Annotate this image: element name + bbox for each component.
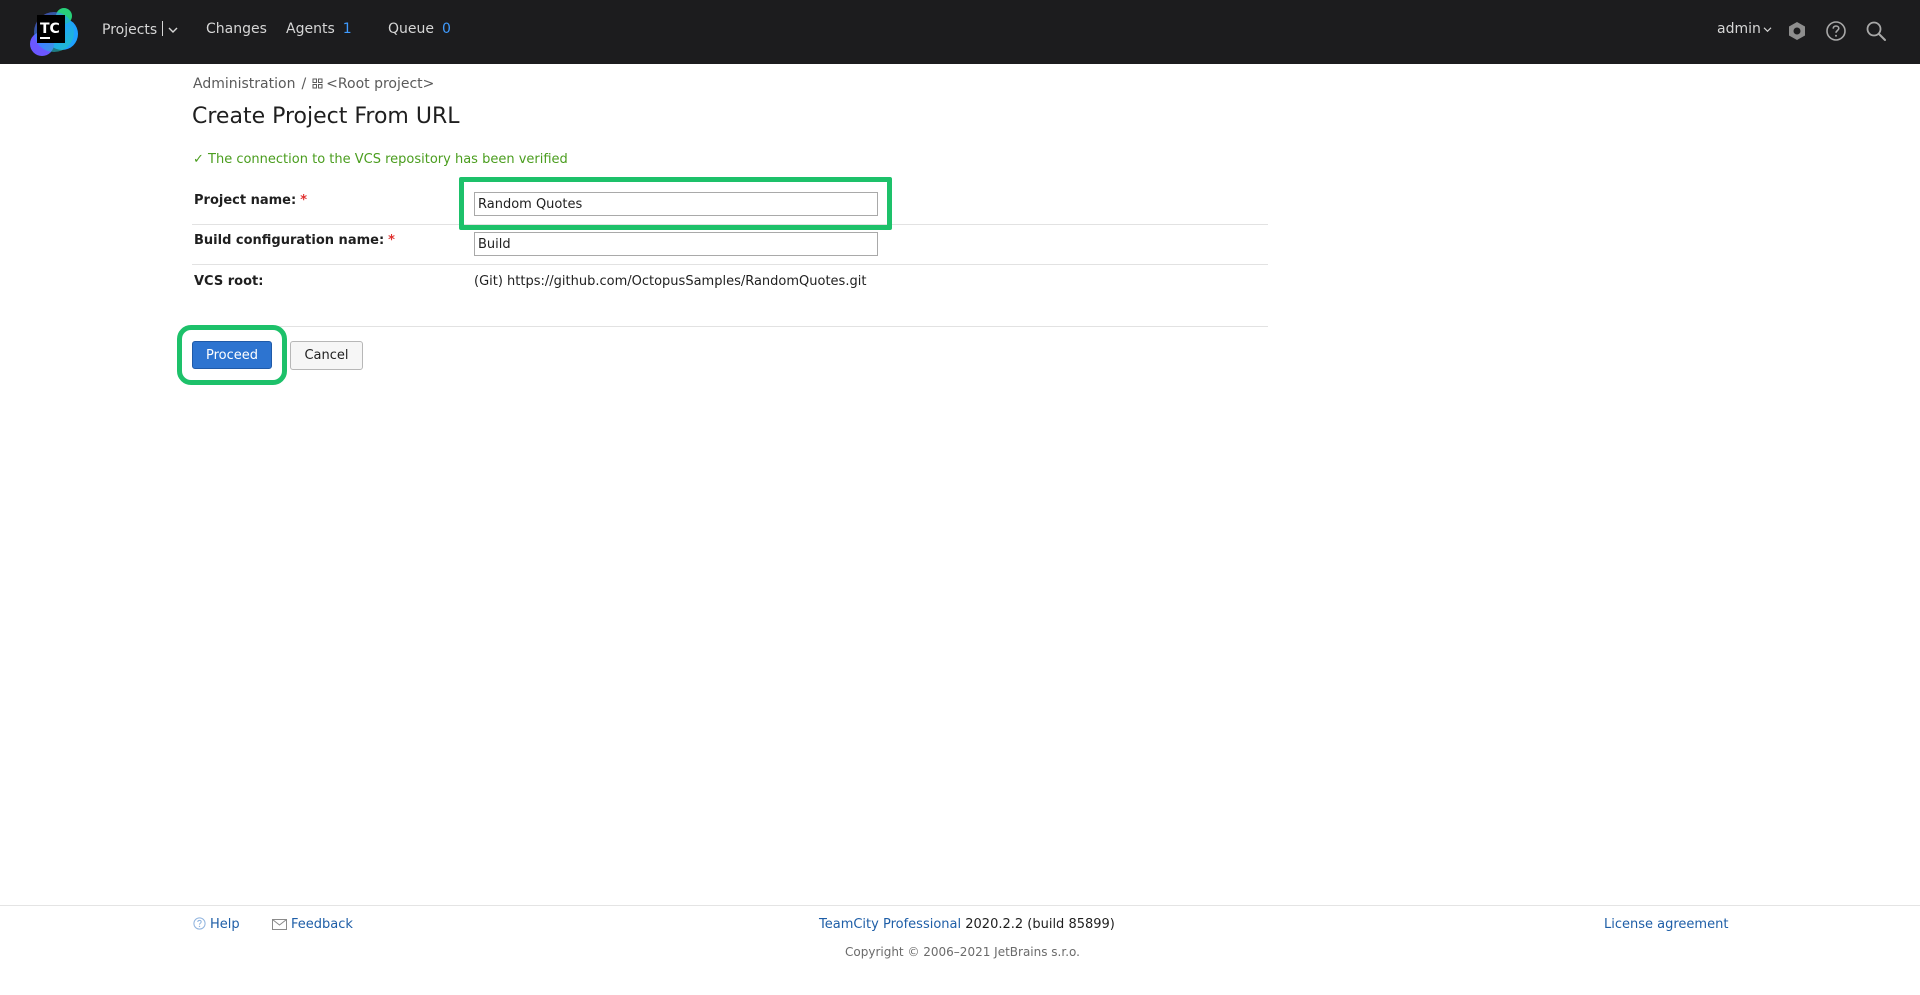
vcs-root-value: (Git) https://github.com/OctopusSamples/… [474,274,867,289]
footer-feedback-label: Feedback [291,917,353,932]
teamcity-logo-icon[interactable]: TC [28,6,80,58]
footer-product-info: TeamCity Professional 2020.2.2 (build 85… [819,917,1115,932]
nav-agents-label: Agents [286,21,335,37]
project-grid-icon [312,78,323,89]
build-config-label: Build configuration name: * [194,233,395,248]
cancel-button[interactable]: Cancel [290,341,363,370]
footer-feedback-link[interactable]: Feedback [272,917,353,932]
nav-projects[interactable]: Projects [102,21,178,38]
nav-queue[interactable]: Queue 0 [388,21,451,37]
project-name-label: Project name: * [194,193,307,208]
breadcrumb: Administration / <Root project> [193,76,434,92]
footer-help-link[interactable]: Help [193,917,240,932]
required-marker: * [388,233,395,248]
top-navigation-bar: TC Projects Changes Agents 1 Queue 0 admin [0,0,1920,64]
product-version: 2020.2.2 (build 85899) [965,917,1115,932]
user-menu[interactable]: admin [1717,21,1772,37]
nav-agents[interactable]: Agents 1 [286,21,352,37]
project-name-input[interactable] [474,192,878,216]
user-name: admin [1717,21,1761,37]
build-config-input[interactable] [474,232,878,256]
vcs-root-label: VCS root: [194,274,264,289]
chevron-down-icon[interactable] [168,26,178,34]
vcs-root-row: VCS root: (Git) https://github.com/Octop… [192,265,1268,327]
required-marker: * [300,193,307,208]
breadcrumb-administration[interactable]: Administration [193,76,295,92]
copyright-text: Copyright © 2006–2021 JetBrains s.r.o. [845,945,1080,959]
svg-text:TC: TC [40,21,60,37]
license-agreement-link[interactable]: License agreement [1604,917,1728,932]
nav-separator [162,21,164,36]
footer-help-label: Help [210,917,240,932]
nav-projects-label: Projects [102,22,158,38]
mail-icon [272,919,287,930]
proceed-button[interactable]: Proceed [192,341,272,369]
build-config-row: Build configuration name: * [192,225,1268,265]
help-icon [193,917,206,930]
nav-queue-label: Queue [388,21,434,37]
settings-hexagon-icon[interactable] [1786,20,1808,42]
queue-count-badge: 0 [442,21,451,37]
chevron-down-icon [1763,26,1772,32]
agents-count-badge: 1 [342,21,352,37]
search-icon[interactable] [1865,20,1887,42]
breadcrumb-root-project[interactable]: <Root project> [326,76,434,92]
footer-divider [0,905,1920,906]
breadcrumb-separator: / [301,76,307,92]
project-name-row: Project name: * [192,184,1268,225]
product-name-link[interactable]: TeamCity Professional [819,917,961,932]
nav-changes[interactable]: Changes [206,21,267,37]
help-icon[interactable] [1825,20,1847,42]
vcs-verified-message: ✓ The connection to the VCS repository h… [193,152,568,167]
page-title: Create Project From URL [192,104,460,129]
